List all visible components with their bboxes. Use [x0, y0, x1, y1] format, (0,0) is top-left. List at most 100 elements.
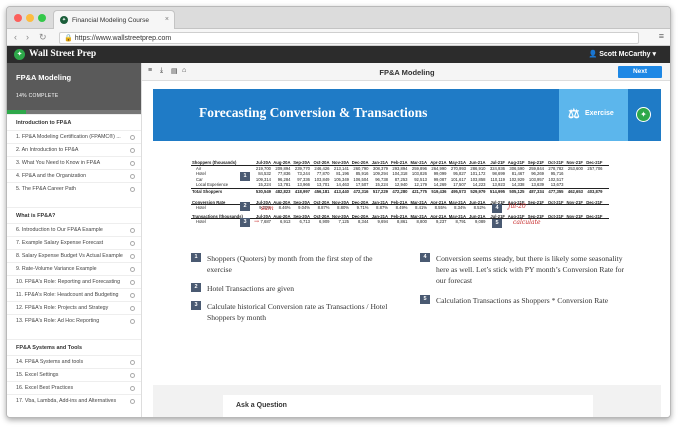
lesson-label: 14. FP&A Systems and tools: [16, 359, 84, 365]
sheet-month-header: Dec-21F: [586, 160, 603, 165]
step-text: Calculate historical Conversion rate as …: [207, 302, 388, 322]
sheet-cell: 14,338: [511, 182, 525, 188]
sheet-month-header: Mar-21A: [410, 213, 427, 219]
sheet-cell: 6,913: [280, 219, 291, 225]
sheet-month-header: May-21A: [448, 199, 466, 205]
sheet-cell: 103,826: [411, 171, 427, 177]
sheet-row-label: Car: [196, 176, 203, 182]
address-bar-row: ‹ › ↻ 🔒 https://www.wallstreetprep.com ≡: [7, 29, 670, 46]
lesson-status-icon: [130, 306, 135, 311]
sheet-month-header: Feb-21A: [390, 199, 408, 205]
sheet-month-header: Dec-21F: [586, 199, 603, 205]
sheet-cell: 15,224: [375, 182, 388, 188]
next-button[interactable]: Next: [618, 66, 662, 78]
sidebar-lesson-item[interactable]: 3. What You Need to Know in FP&A: [7, 156, 141, 169]
browser-menu-icon[interactable]: ≡: [659, 31, 664, 41]
sheet-cell: 259,844: [528, 165, 544, 171]
sidebar-lesson-item[interactable]: 10. FP&A's Role: Reporting and Forecasti…: [7, 275, 141, 288]
lesson-status-icon: [130, 161, 135, 166]
wsp-badge-icon: ✦: [636, 107, 651, 122]
lesson-label: 10. FP&A's Role: Reporting and Forecasti…: [16, 279, 121, 285]
tab-bar: ✦ Financial Modeling Course ×: [7, 7, 670, 29]
sidebar-lesson-item[interactable]: 13. FP&A's Role: Ad Hoc Reporting: [7, 314, 141, 327]
sheet-cell: 81,467: [511, 171, 525, 177]
wsp-logo-icon[interactable]: ✦: [14, 49, 25, 60]
step-number: 5: [420, 295, 430, 304]
lock-icon: 🔒: [64, 35, 73, 42]
course-header: FP&A Modeling 14% COMPLETE: [7, 63, 141, 114]
ask-question-box[interactable]: Ask a Question: [223, 395, 593, 417]
sidebar-lesson-item[interactable]: 15. Excel Settings: [7, 368, 141, 381]
url-field[interactable]: 🔒 https://www.wallstreetprep.com: [59, 32, 639, 44]
user-name: Scott McCarthy ▾: [599, 51, 656, 58]
sheet-cell: 8.49%: [395, 205, 408, 211]
sidebar-lesson-item[interactable]: 17. Vba, Lambda, Add-ins and Alternative…: [7, 394, 141, 407]
sheet-cell: 103,849: [314, 176, 330, 182]
back-icon[interactable]: ‹: [14, 32, 17, 42]
sheet-cell: 73,244: [297, 171, 310, 177]
browser-tab[interactable]: ✦ Financial Modeling Course ×: [53, 10, 175, 29]
annotation-sum: sum: [261, 205, 274, 212]
sheet-cell: 14,269: [433, 182, 447, 188]
sidebar-lesson-item[interactable]: 16. Excel Best Practices: [7, 381, 141, 394]
sidebar-lesson-item[interactable]: 9. Rate-Volume Variance Example: [7, 262, 141, 275]
sheet-month-header: May-21A: [448, 160, 466, 165]
lesson-status-icon: [130, 319, 135, 324]
sidebar-section-title: Introduction to FP&A: [7, 114, 141, 130]
sidebar-lesson-item[interactable]: 2. An Introduction to FP&A: [7, 143, 141, 156]
sidebar-lesson-item[interactable]: 8. Salary Expense Budget Vs Actual Examp…: [7, 249, 141, 262]
brand-name[interactable]: Wall Street Prep: [29, 49, 96, 59]
sheet-month-header: Jun-21A: [468, 213, 486, 219]
minimize-window-button[interactable]: [26, 14, 34, 22]
lesson-banner: Forecasting Conversion & Transactions ⚖ …: [153, 89, 661, 141]
sheet-cell: 12,179: [414, 182, 427, 188]
sheet-cell: 77,870: [316, 171, 330, 177]
reload-icon[interactable]: ↻: [39, 32, 47, 42]
lesson-label: 3. What You Need to Know in FP&A: [16, 160, 101, 166]
forward-icon[interactable]: ›: [26, 32, 29, 42]
user-menu[interactable]: 👤 Scott McCarthy ▾: [589, 50, 656, 58]
sidebar-lesson-item[interactable]: 11. FP&A's Role: Headcount and Budgeting: [7, 288, 141, 301]
marker-3: 3: [240, 218, 250, 227]
lesson-label: 9. Rate-Volume Variance Example: [16, 266, 97, 272]
sidebar-lesson-item[interactable]: 12. FP&A's Role: Projects and Strategy: [7, 301, 141, 314]
sheet-month-header: Mar-21A: [410, 160, 427, 165]
sheet-cell: 13,639: [531, 182, 544, 188]
sheet-cell: 482,823: [275, 189, 291, 194]
sheet-month-header: Jul-20A: [255, 160, 271, 165]
sheet-cell: 6,713: [299, 219, 310, 225]
spreadsheet-image: Shoppers (thousands) Jul-20A Aug-20A Sep-20…: [191, 160, 609, 248]
sheet-cell: 103,957: [528, 176, 544, 182]
sheet-month-header: Dec-20A: [351, 160, 369, 165]
lesson-label: 4. FP&A and the Organization: [16, 173, 87, 179]
sheet-month-header: Dec-20A: [351, 199, 369, 205]
zoom-window-button[interactable]: [38, 14, 46, 22]
close-window-button[interactable]: [14, 14, 22, 22]
sidebar-lesson-item[interactable]: 4. FP&A and the Organization: [7, 169, 141, 182]
lesson-title: Forecasting Conversion & Transactions: [199, 105, 428, 120]
lesson-status-icon: [130, 254, 135, 259]
step-text: Calculation Transactions as Shoppers * C…: [436, 296, 609, 305]
lesson-label: 11. FP&A's Role: Headcount and Budgeting: [16, 292, 119, 298]
lesson-status-icon: [130, 174, 135, 179]
sidebar-lesson-item[interactable]: 7. Example Salary Expense Forecast: [7, 236, 141, 249]
sheet-cell: 253,600: [567, 165, 583, 171]
step-number: 2: [191, 283, 201, 292]
sidebar-lesson-item[interactable]: 14. FP&A Systems and tools: [7, 355, 141, 368]
sheet-month-header: Nov-20A: [332, 213, 349, 219]
ask-question-panel: Ask a Question: [153, 385, 661, 417]
sheet-cell: 110,119: [490, 176, 505, 182]
sheet-cell: 286,910: [470, 165, 486, 171]
sheet-cell: 487,334: [528, 189, 544, 194]
sheet-month-header: Aug-21F: [507, 160, 525, 165]
sheet-cell: 472,280: [392, 189, 408, 194]
sidebar-lesson-item[interactable]: 6. Introduction to Our FP&A Example: [7, 223, 141, 236]
sidebar-lesson-item[interactable]: 5. The FP&A Career Path: [7, 182, 141, 195]
sidebar-lesson-item[interactable]: 1. FP&A Modeling Certification (FPAMC®) …: [7, 130, 141, 143]
tab-close-icon[interactable]: ×: [165, 16, 169, 23]
sheet-cell: 260,790: [353, 165, 369, 171]
sheet-section-label: Transactions (thousands): [192, 213, 243, 219]
sheet-cell: 259,896: [411, 165, 427, 171]
sheet-section-label: Conversion Rate: [192, 199, 226, 205]
sheet-cell: 102,517: [548, 176, 564, 182]
